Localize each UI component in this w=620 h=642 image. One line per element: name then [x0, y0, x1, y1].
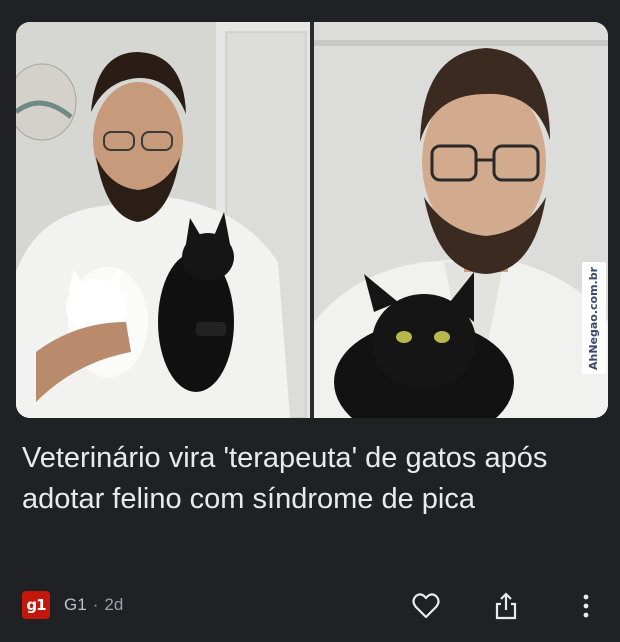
heart-icon	[412, 593, 440, 619]
watermark: AhNegao.com.br	[582, 262, 606, 374]
share-icon	[495, 592, 517, 620]
article-headline[interactable]: Veterinário vira 'terapeuta' de gatos ap…	[22, 438, 597, 520]
meta-separator: ·	[92, 595, 99, 614]
article-image[interactable]: AhNegao.com.br	[16, 22, 608, 418]
source-name[interactable]: G1	[64, 595, 87, 615]
news-card[interactable]: AhNegao.com.br Veterinário vira 'terapeu…	[0, 0, 620, 642]
share-button[interactable]	[490, 590, 522, 622]
article-meta: g1 G1 · 2d	[22, 590, 123, 620]
source-logo-icon[interactable]: g1	[22, 591, 50, 619]
like-button[interactable]	[410, 590, 442, 622]
photo-vet-with-black-cat	[314, 22, 608, 418]
more-options-button[interactable]	[570, 590, 602, 622]
photo-vet-with-two-cats	[16, 22, 310, 418]
more-vertical-icon	[583, 594, 589, 618]
watermark-text: AhNegao.com.br	[587, 266, 601, 370]
article-age: 2d	[104, 595, 124, 614]
